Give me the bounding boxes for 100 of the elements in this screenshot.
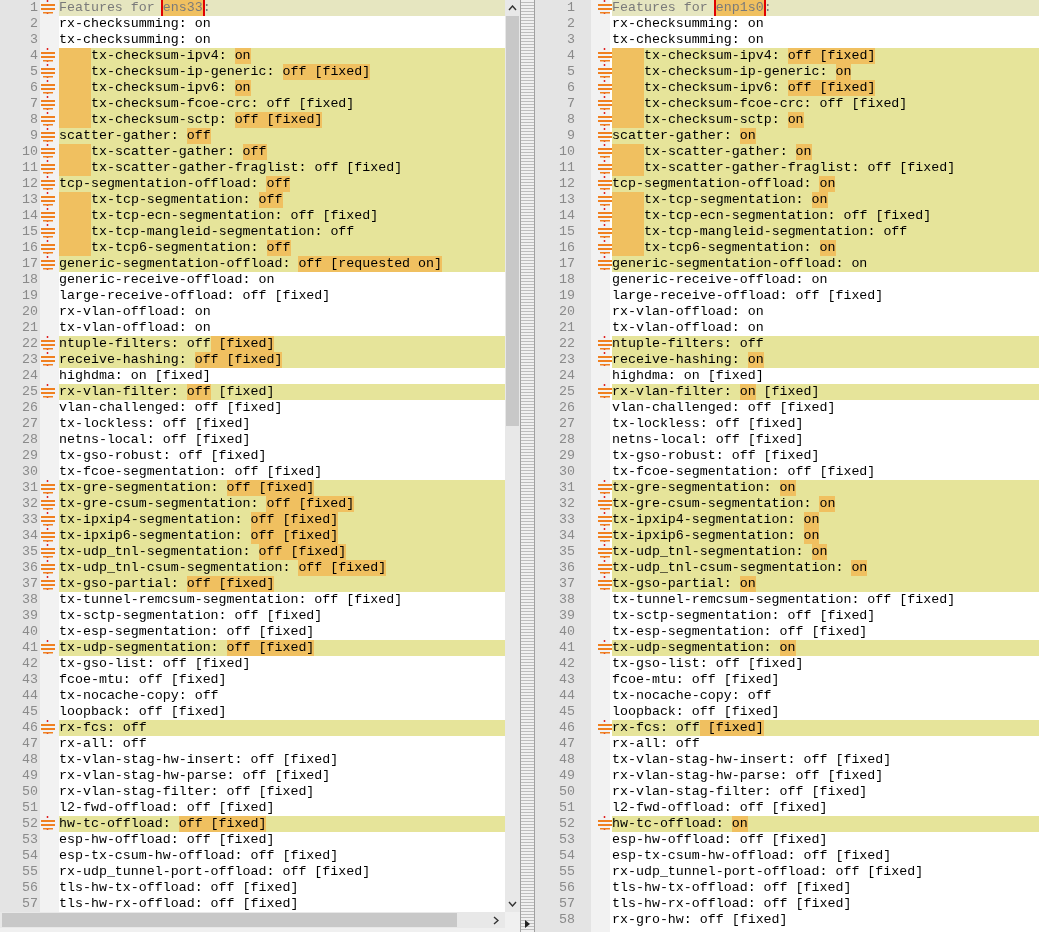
scrollbar-thumb[interactable] bbox=[506, 16, 519, 426]
line-number: 55 bbox=[21, 864, 39, 880]
line-number: 46 bbox=[21, 720, 39, 736]
line-number: 49 bbox=[21, 768, 39, 784]
line-number: 50 bbox=[558, 784, 576, 800]
diff-text: on bbox=[779, 640, 796, 656]
code-text: tx-tunnel-remcsum-segmentation: off [fixed] bbox=[612, 592, 956, 608]
diff-text: on bbox=[835, 64, 852, 80]
diff-text: off [requested on] bbox=[298, 256, 443, 272]
line-number: 26 bbox=[21, 400, 39, 416]
line-number: 34 bbox=[21, 528, 39, 544]
code-text: rx-vlan-stag-hw-parse: off [fixed] bbox=[59, 768, 331, 784]
diff-text: off [fixed] bbox=[178, 816, 267, 832]
code-text: tx-lockless: off [fixed] bbox=[59, 416, 251, 432]
line-number: 56 bbox=[558, 880, 576, 896]
line-number: 45 bbox=[21, 704, 39, 720]
code-text: esp-tx-csum-hw-offload: off [fixed] bbox=[59, 848, 339, 864]
code-text: fcoe-mtu: off [fixed] bbox=[612, 672, 780, 688]
line-number: 12 bbox=[21, 176, 39, 192]
code-text: tx-udp-segmentation: bbox=[612, 640, 773, 656]
line-number: 22 bbox=[558, 336, 576, 352]
diff-text: on bbox=[819, 240, 836, 256]
code-text: tx-checksum-ip-generic: bbox=[91, 64, 276, 80]
diff-text: on bbox=[234, 80, 251, 96]
code-text: rx-checksumming: on bbox=[612, 16, 764, 32]
line-number: 34 bbox=[558, 528, 576, 544]
code-text: hw-tc-offload: bbox=[59, 816, 172, 832]
line-number: 23 bbox=[558, 352, 576, 368]
line-number: 10 bbox=[21, 144, 39, 160]
line-number: 57 bbox=[21, 896, 39, 912]
code-text: tx-vlan-offload: on bbox=[612, 320, 764, 336]
diff-text: [fixed] bbox=[699, 720, 764, 736]
scrollbar-thumb[interactable] bbox=[2, 913, 457, 927]
line-number: 11 bbox=[21, 160, 39, 176]
line-number: 6 bbox=[566, 80, 576, 96]
line-number: 14 bbox=[558, 208, 576, 224]
line-number: 39 bbox=[21, 608, 39, 624]
diff-text: off bbox=[242, 144, 267, 160]
code-text: tx-udp-segmentation: bbox=[59, 640, 220, 656]
code-text: tx-sctp-segmentation: off [fixed] bbox=[59, 608, 323, 624]
diff-text: off [fixed] bbox=[234, 112, 323, 128]
code-text: scatter-gather: bbox=[59, 128, 180, 144]
code-text: rx-udp_tunnel-port-offload: off [fixed] bbox=[59, 864, 371, 880]
code-text: tx-tcp-segmentation: bbox=[644, 192, 805, 208]
code-text: Features for bbox=[59, 0, 156, 16]
code-text: tx-tcp-mangleid-segmentation: off bbox=[644, 224, 908, 240]
line-number: 24 bbox=[21, 368, 39, 384]
vertical-scrollbar[interactable] bbox=[505, 0, 520, 912]
line-number: 22 bbox=[21, 336, 39, 352]
code-text: tx-nocache-copy: off bbox=[59, 688, 219, 704]
line-number: 44 bbox=[558, 688, 576, 704]
diff-text: off bbox=[266, 176, 291, 192]
line-number: 10 bbox=[558, 144, 576, 160]
code-text: scatter-gather: bbox=[612, 128, 733, 144]
code-text: vlan-challenged: off [fixed] bbox=[612, 400, 836, 416]
line-number: 32 bbox=[21, 496, 39, 512]
diff-text: off [fixed] bbox=[194, 352, 283, 368]
code-text: hw-tc-offload: bbox=[612, 816, 725, 832]
code-text: rx-checksumming: on bbox=[59, 16, 211, 32]
code-text: tx-gso-list: off [fixed] bbox=[612, 656, 804, 672]
line-number: 47 bbox=[558, 736, 576, 752]
code-text: tx-checksum-ipv6: bbox=[644, 80, 781, 96]
diff-text: off bbox=[186, 384, 211, 400]
line-number: 8 bbox=[29, 112, 39, 128]
diff-text: off [fixed] bbox=[250, 528, 339, 544]
code-text: netns-local: off [fixed] bbox=[612, 432, 804, 448]
line-number: 46 bbox=[558, 720, 576, 736]
code-text: tx-tcp-ecn-segmentation: off [fixed] bbox=[91, 208, 379, 224]
code-text: tx-gso-robust: off [fixed] bbox=[612, 448, 820, 464]
diff-text: on bbox=[795, 144, 812, 160]
horizontal-scrollbar[interactable] bbox=[0, 912, 505, 928]
line-number: 8 bbox=[566, 112, 576, 128]
code-text: tx-checksum-ipv4: bbox=[644, 48, 781, 64]
line-number: 7 bbox=[29, 96, 39, 112]
line-number: 43 bbox=[21, 672, 39, 688]
line-number: 28 bbox=[21, 432, 39, 448]
code-text: rx-vlan-stag-filter: off [fixed] bbox=[59, 784, 315, 800]
diff-text: enp1s0 bbox=[715, 0, 764, 16]
code-text: rx-vlan-offload: on bbox=[59, 304, 211, 320]
line-number: 55 bbox=[558, 864, 576, 880]
code-text: tx-udp_tnl-segmentation: bbox=[612, 544, 805, 560]
code-text: tx-checksum-fcoe-crc: off [fixed] bbox=[644, 96, 908, 112]
code-text: tx-scatter-gather: bbox=[644, 144, 789, 160]
line-number: 17 bbox=[558, 256, 576, 272]
diff-text: on bbox=[811, 544, 828, 560]
diff-text: on bbox=[803, 512, 820, 528]
code-text: generic-segmentation-offload: on bbox=[612, 256, 868, 272]
code-text: rx-udp_tunnel-port-offload: off [fixed] bbox=[612, 864, 924, 880]
line-number: 44 bbox=[21, 688, 39, 704]
editor-pane[interactable] bbox=[0, 0, 505, 912]
code-text: tx-tcp6-segmentation: bbox=[91, 240, 260, 256]
code-text: generic-receive-offload: on bbox=[59, 272, 275, 288]
code-text: tx-udp_tnl-csum-segmentation: bbox=[612, 560, 845, 576]
code-text: tx-gre-segmentation: bbox=[59, 480, 220, 496]
line-number: 54 bbox=[558, 848, 576, 864]
diff-text: on bbox=[747, 352, 764, 368]
line-number: 11 bbox=[558, 160, 576, 176]
code-text: receive-hashing: bbox=[612, 352, 741, 368]
editor-pane[interactable] bbox=[535, 0, 1039, 932]
diff-text: off [fixed] bbox=[258, 544, 347, 560]
